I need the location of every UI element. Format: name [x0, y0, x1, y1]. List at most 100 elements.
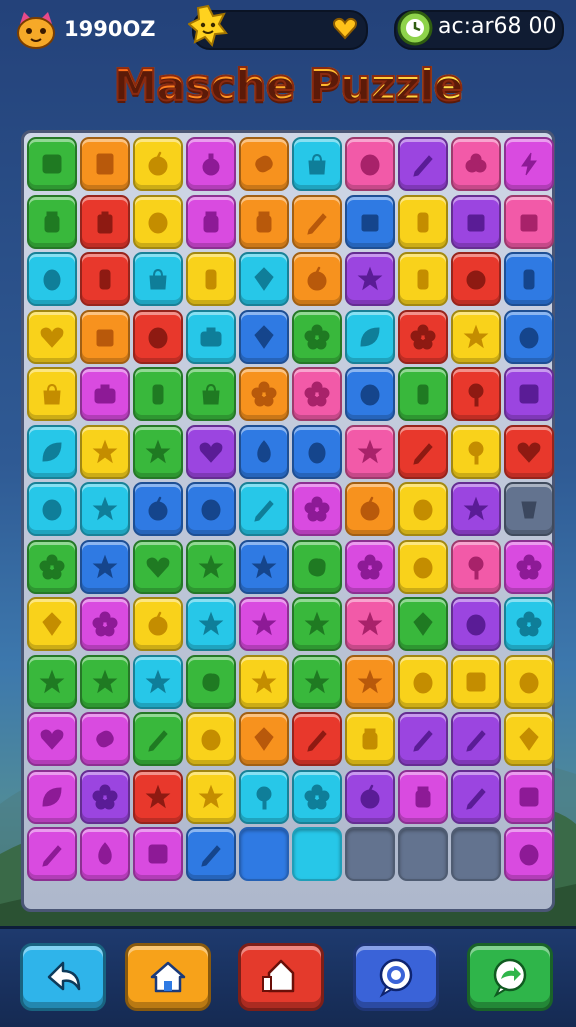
tile[interactable]	[292, 424, 342, 479]
tile[interactable]	[451, 137, 501, 191]
tile[interactable]	[186, 597, 236, 651]
tile[interactable]	[27, 309, 77, 364]
tile[interactable]	[345, 137, 395, 191]
tile[interactable]	[398, 137, 448, 191]
tile[interactable]	[186, 137, 236, 191]
tile[interactable]	[398, 194, 448, 249]
tile[interactable]	[504, 137, 554, 191]
tile[interactable]	[133, 194, 183, 249]
tile[interactable]	[186, 252, 236, 306]
tile[interactable]	[292, 309, 342, 364]
tile[interactable]	[398, 769, 448, 824]
player-badge[interactable]: 1990OZ	[14, 8, 156, 50]
tile[interactable]	[292, 769, 342, 824]
tile[interactable]	[27, 769, 77, 824]
tile[interactable]	[292, 137, 342, 191]
tile[interactable]	[345, 654, 395, 709]
tile[interactable]	[186, 424, 236, 479]
tile[interactable]	[451, 712, 501, 766]
tile[interactable]	[292, 597, 342, 651]
tile[interactable]	[345, 482, 395, 536]
tile[interactable]	[239, 482, 289, 536]
tile[interactable]	[345, 712, 395, 766]
tile[interactable]	[504, 769, 554, 824]
tile[interactable]	[27, 424, 77, 479]
tile[interactable]	[292, 482, 342, 536]
tile[interactable]	[186, 827, 236, 881]
tile[interactable]	[80, 367, 130, 421]
tile[interactable]	[133, 654, 183, 709]
tile[interactable]	[292, 654, 342, 709]
empty-cell[interactable]	[398, 827, 448, 881]
tile[interactable]	[504, 539, 554, 594]
tile[interactable]	[239, 654, 289, 709]
tile[interactable]	[133, 367, 183, 421]
tile[interactable]	[239, 424, 289, 479]
tile[interactable]	[27, 539, 77, 594]
tile[interactable]	[398, 712, 448, 766]
home-button[interactable]	[125, 943, 211, 1011]
tile[interactable]	[186, 194, 236, 249]
tile[interactable]	[451, 539, 501, 594]
back-button[interactable]	[20, 943, 106, 1011]
tile[interactable]	[80, 654, 130, 709]
tile[interactable]	[239, 539, 289, 594]
tile[interactable]	[504, 654, 554, 709]
tile[interactable]	[80, 194, 130, 249]
tile[interactable]	[239, 769, 289, 824]
tile[interactable]	[345, 597, 395, 651]
tile[interactable]	[80, 309, 130, 364]
tile[interactable]	[186, 539, 236, 594]
tile[interactable]	[186, 712, 236, 766]
tile[interactable]	[292, 194, 342, 249]
chat-button[interactable]	[353, 943, 439, 1011]
tile[interactable]	[80, 827, 130, 881]
tile[interactable]	[292, 539, 342, 594]
tile[interactable]	[80, 769, 130, 824]
tile[interactable]	[398, 597, 448, 651]
tile[interactable]	[186, 367, 236, 421]
tile[interactable]	[133, 137, 183, 191]
tile[interactable]	[80, 712, 130, 766]
tile[interactable]	[345, 769, 395, 824]
tile[interactable]	[451, 367, 501, 421]
tile[interactable]	[451, 769, 501, 824]
share-button[interactable]	[467, 943, 553, 1011]
empty-cell[interactable]	[345, 827, 395, 881]
tile[interactable]	[451, 194, 501, 249]
tile[interactable]	[27, 712, 77, 766]
tile[interactable]	[504, 712, 554, 766]
tile[interactable]	[27, 252, 77, 306]
tile[interactable]	[451, 597, 501, 651]
tile[interactable]	[398, 654, 448, 709]
tile[interactable]	[133, 827, 183, 881]
tile[interactable]	[398, 252, 448, 306]
tile[interactable]	[133, 482, 183, 536]
tile[interactable]	[398, 367, 448, 421]
tile[interactable]	[239, 194, 289, 249]
tile[interactable]	[345, 367, 395, 421]
tile[interactable]	[133, 769, 183, 824]
tile[interactable]	[80, 252, 130, 306]
tile[interactable]	[504, 252, 554, 306]
tile[interactable]	[186, 309, 236, 364]
tile[interactable]	[345, 539, 395, 594]
empty-cell[interactable]	[239, 827, 289, 881]
tile[interactable]	[345, 194, 395, 249]
tile[interactable]	[398, 424, 448, 479]
tile[interactable]	[451, 252, 501, 306]
tile[interactable]	[133, 539, 183, 594]
tile[interactable]	[398, 482, 448, 536]
tile[interactable]	[504, 309, 554, 364]
tile[interactable]	[292, 367, 342, 421]
tile[interactable]	[186, 769, 236, 824]
restart-button[interactable]	[238, 943, 324, 1011]
tile[interactable]	[292, 252, 342, 306]
tile[interactable]	[27, 194, 77, 249]
tile[interactable]	[451, 424, 501, 479]
tile[interactable]	[133, 712, 183, 766]
tile[interactable]	[133, 252, 183, 306]
tile[interactable]	[27, 597, 77, 651]
tile[interactable]	[80, 137, 130, 191]
tile[interactable]	[239, 367, 289, 421]
